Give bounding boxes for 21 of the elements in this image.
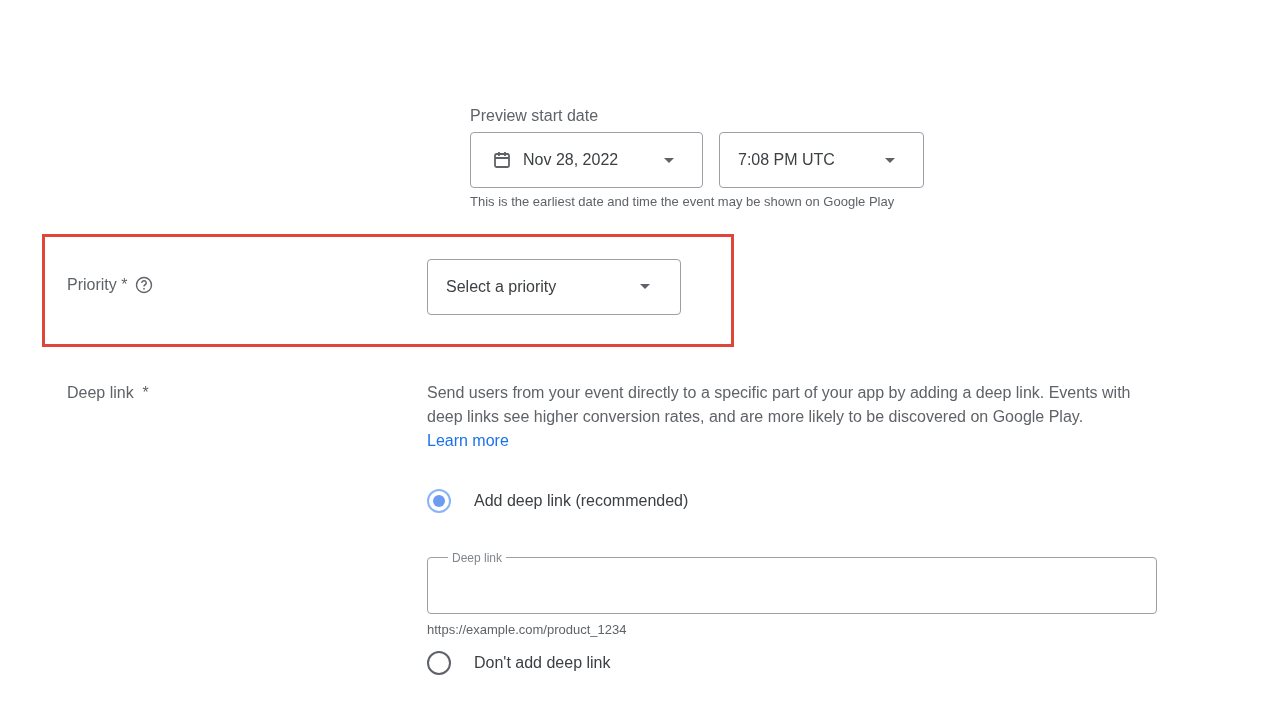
field-label: Preview start date <box>470 106 600 126</box>
caret-icon <box>664 157 674 163</box>
option-label[interactable]: Add deep link (recommended) <box>474 488 689 513</box>
helper-text: This is the earliest date and time the event may be shown on Google Play <box>470 193 896 211</box>
field-label: Deep link <box>451 550 504 565</box>
option-label[interactable]: Don't add deep link <box>474 651 611 675</box>
help-icon[interactable] <box>135 275 154 294</box>
caret-icon <box>885 157 895 163</box>
radio-button[interactable] <box>427 651 451 675</box>
caret-icon <box>640 284 650 289</box>
date-dropdown[interactable]: Nov 28, 2022 <box>470 132 703 188</box>
field-label: Priority * <box>67 274 128 295</box>
calendar-icon <box>493 151 511 169</box>
learn-more-link[interactable]: Learn more <box>427 431 509 449</box>
field-label: Deep link * <box>67 383 149 401</box>
priority-dropdown[interactable]: Select a priority <box>427 258 681 315</box>
radio-button[interactable] <box>427 488 451 513</box>
helper-text: https://example.com/product_1234 <box>427 620 628 639</box>
description-text: Send users from your event directly to a specific part of your app by adding a deep link. Events with deep links see higher conversion rates, and are more likely to be discovered on Google Play. Learn more <box>427 382 1132 451</box>
time-dropdown[interactable]: 7:08 PM UTC <box>719 132 924 188</box>
input-field[interactable]: Deep link <box>427 550 1157 614</box>
